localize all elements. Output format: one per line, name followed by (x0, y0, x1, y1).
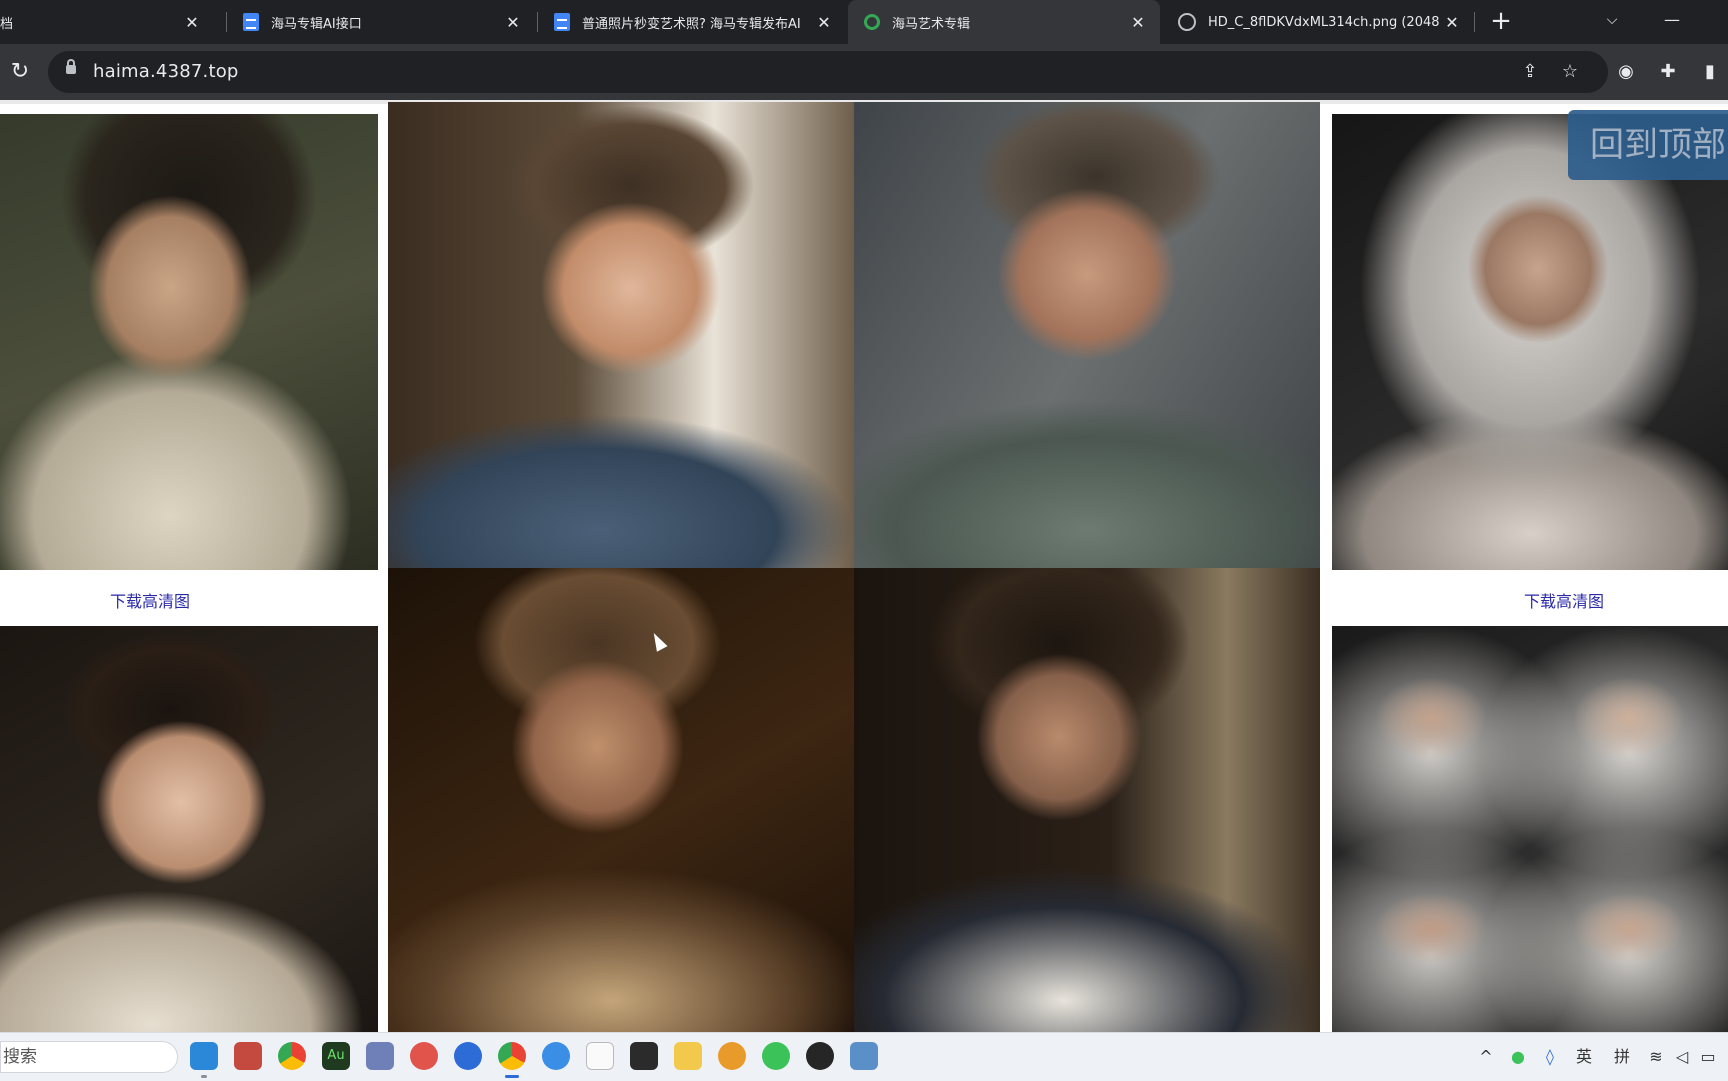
close-icon[interactable]: ✕ (812, 13, 836, 32)
gallery-card (0, 626, 390, 1032)
gallery-card (1320, 626, 1728, 1032)
tab-title: HD_C_8flDKVdxML314ch.png (2048 (1208, 14, 1440, 30)
tab-png-image[interactable]: HD_C_8flDKVdxML314ch.png (2048 ✕ (1162, 0, 1474, 44)
terminal-icon[interactable] (630, 1042, 658, 1070)
audition-icon[interactable]: Au (322, 1042, 350, 1070)
download-hd-link[interactable]: 下载高清图 (0, 588, 300, 612)
site-icon (864, 14, 880, 30)
url-text: haima.4387.top (93, 61, 239, 82)
gallery-card: 下载高清图 (1320, 104, 1728, 664)
volume-icon[interactable]: ◁ (1672, 1045, 1692, 1069)
chevron-up-icon[interactable]: ^ (1476, 1045, 1496, 1069)
side-panel-icon[interactable]: ▮ (1696, 58, 1724, 86)
mail-icon[interactable] (234, 1042, 262, 1070)
close-icon[interactable]: ✕ (501, 13, 525, 32)
tab-strip: 档 ✕ 海马专辑AI接口 ✕ 普通照片秒变艺术照? 海马专辑发布AI ✕ 海马艺… (0, 0, 1728, 44)
tab-ai-article[interactable]: 普通照片秒变艺术照? 海马专辑发布AI ✕ (538, 0, 846, 44)
tray-app-icon[interactable]: ● (1508, 1045, 1528, 1069)
tab-haima-album[interactable]: 海马艺术专辑 ✕ (848, 0, 1160, 44)
search-tool-icon[interactable] (718, 1042, 746, 1070)
taskbar-search[interactable]: 搜索 (0, 1041, 178, 1073)
minimize-icon[interactable]: — (1650, 0, 1694, 40)
gallery-card: 下载高清图 (0, 104, 390, 664)
portrait-man-3[interactable] (388, 568, 854, 1032)
close-icon[interactable]: ✕ (180, 13, 204, 32)
microphone-icon[interactable]: ◊ (1540, 1045, 1560, 1069)
tab-separator (1474, 12, 1475, 32)
tab-ai-api[interactable]: 海马专辑AI接口 ✕ (227, 0, 535, 44)
doc-icon (554, 13, 570, 31)
new-tab-button[interactable]: + (1485, 6, 1517, 38)
bookmark-star-icon[interactable]: ☆ (1556, 58, 1584, 86)
extension-circle-icon[interactable]: ◉ (1612, 58, 1640, 86)
ime-language-indicator[interactable]: 英 (1572, 1045, 1596, 1069)
lock-icon[interactable] (66, 59, 76, 74)
tab-title: 海马专辑AI接口 (271, 16, 362, 32)
share-icon[interactable]: ⇪ (1516, 58, 1544, 86)
portrait-man-1[interactable] (388, 102, 854, 568)
portrait-man-2[interactable] (854, 102, 1320, 568)
obs-icon[interactable] (806, 1042, 834, 1070)
browser-toolbar: ↻ haima.4387.top ⇪ ☆ ◉ ✚ ▮ (0, 44, 1728, 100)
taskbar: 搜索 Au ^ ● ◊ 英 拼 ≋ ◁ ▭ (0, 1032, 1728, 1081)
doc-icon (243, 13, 259, 31)
portrait-woman-tiara[interactable] (0, 626, 378, 1032)
tab-title: 海马艺术专辑 (892, 16, 971, 32)
gallery-page: 下载高清图 下载高清图 (0, 100, 1728, 1032)
chrome-icon[interactable] (278, 1042, 306, 1070)
tab-title: 普通照片秒变艺术照? 海马专辑发布AI (582, 16, 801, 32)
wifi-icon[interactable]: ≋ (1646, 1045, 1666, 1069)
tab-docs[interactable]: 档 ✕ (0, 0, 214, 44)
address-bar[interactable]: haima.4387.top ⇪ ☆ (48, 51, 1608, 93)
pinwheel-icon[interactable] (410, 1042, 438, 1070)
browser-icon[interactable] (454, 1042, 482, 1070)
battery-icon[interactable]: ▭ (1698, 1045, 1718, 1069)
portrait-man-4[interactable] (854, 568, 1320, 1032)
vscode-icon[interactable] (190, 1042, 218, 1078)
folder-icon[interactable] (674, 1042, 702, 1070)
download-hd-link[interactable]: 下载高清图 (1414, 588, 1714, 612)
file-icon[interactable] (586, 1042, 614, 1070)
wechat-icon[interactable] (762, 1042, 790, 1070)
portrait-woman-silver-hair[interactable] (1332, 114, 1728, 570)
ime-mode-indicator[interactable]: 拼 (1610, 1045, 1634, 1069)
active-indicator (505, 1075, 519, 1078)
portrait-grid-silver-hair[interactable] (1332, 626, 1728, 1032)
tab-title: 档 (0, 16, 14, 32)
picture-icon[interactable] (850, 1042, 878, 1070)
network-tool-icon[interactable] (366, 1042, 394, 1070)
tab-search-icon[interactable]: ⌵ (1590, 0, 1634, 40)
reload-icon[interactable]: ↻ (4, 56, 36, 88)
close-icon[interactable]: ✕ (1440, 13, 1464, 32)
puzzle-icon[interactable]: ✚ (1654, 58, 1682, 86)
back-to-top-button[interactable]: 回到顶部 (1568, 110, 1728, 180)
chrome-icon[interactable] (498, 1042, 526, 1078)
portrait-woman-hanfu[interactable] (0, 114, 378, 570)
check-app-icon[interactable] (542, 1042, 570, 1070)
running-indicator (201, 1075, 207, 1078)
close-icon[interactable]: ✕ (1126, 13, 1150, 32)
globe-icon (1178, 13, 1196, 31)
